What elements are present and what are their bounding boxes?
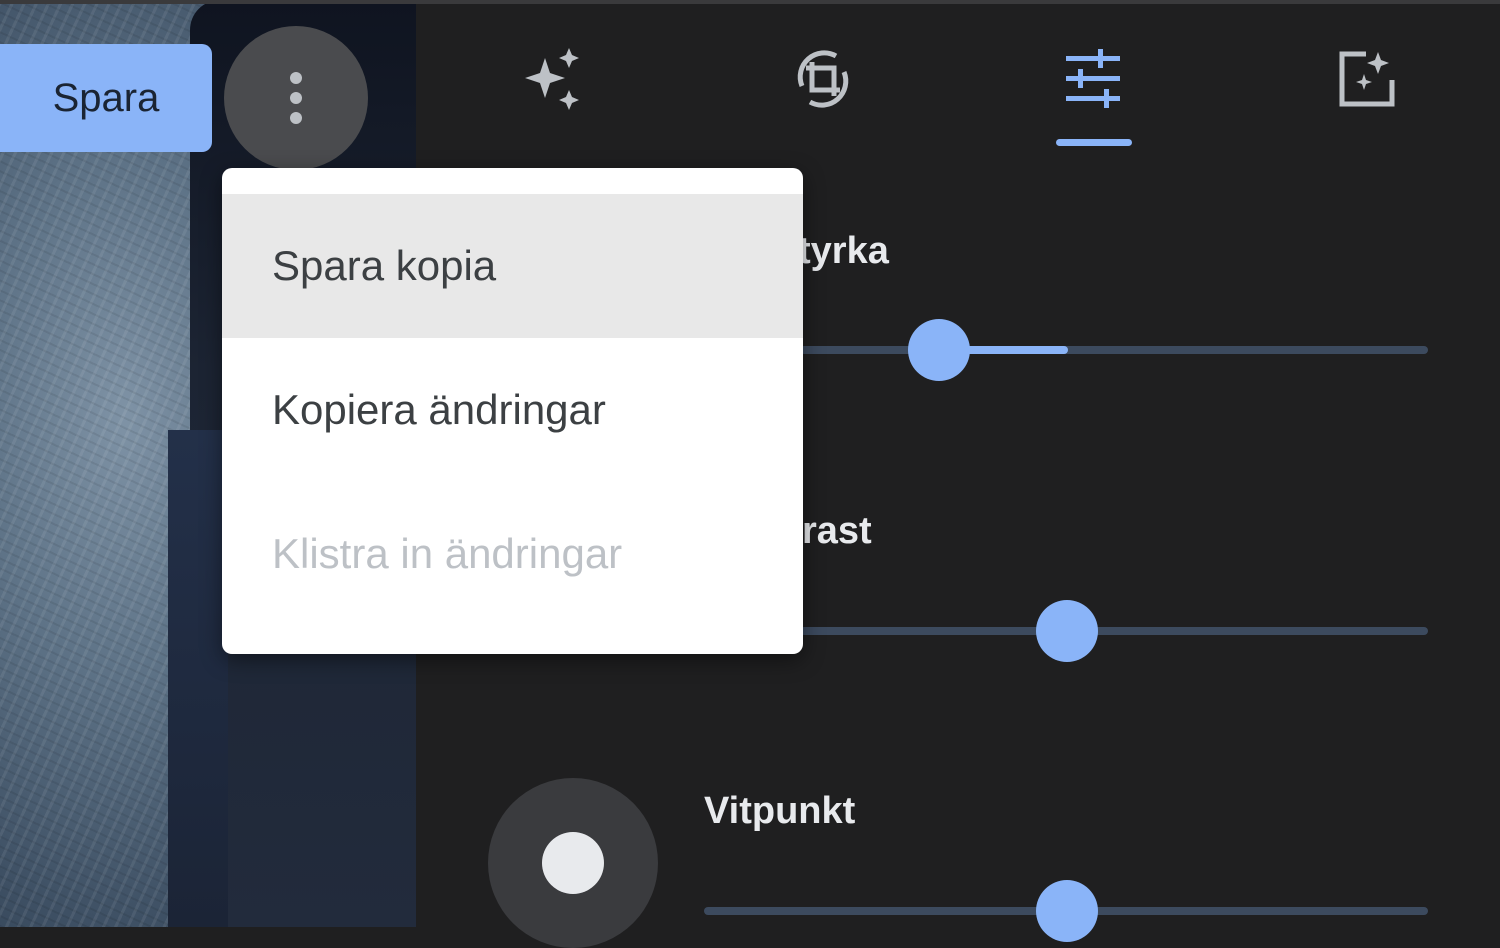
more-options-menu: Spara kopia Kopiera ändringar Klistra in…	[222, 168, 803, 654]
menu-item-label: Klistra in ändringar	[272, 530, 623, 577]
tune-sliders-icon	[1066, 49, 1120, 108]
slider-thumb-1[interactable]	[908, 319, 970, 381]
tab-filters[interactable]	[1320, 34, 1410, 124]
filter-add-icon	[1339, 51, 1395, 107]
slider-thumb-2[interactable]	[1036, 600, 1098, 662]
crop-rotate-icon	[797, 50, 849, 108]
more-options-button[interactable]	[224, 26, 368, 170]
tab-crop-rotate[interactable]	[778, 34, 868, 124]
adjustment-label-3: Vitpunkt	[704, 790, 856, 832]
menu-item-label: Kopiera ändringar	[272, 386, 606, 433]
toggle-dot-icon	[542, 832, 604, 894]
auto-adjust-toggle[interactable]	[488, 778, 658, 948]
save-button[interactable]: Spara	[0, 44, 212, 152]
adjustment-label-1: tyrka	[798, 230, 889, 272]
slider-track-2[interactable]	[800, 627, 1428, 635]
selected-tab-indicator	[1056, 139, 1132, 146]
slider-thumb-3[interactable]	[1036, 880, 1098, 942]
tab-auto-enhance[interactable]	[509, 34, 599, 124]
tab-adjust[interactable]	[1048, 34, 1138, 124]
photo-figure-leg	[168, 430, 228, 927]
adjustment-label-2: rast	[802, 510, 872, 552]
slider-track-1[interactable]	[800, 346, 1428, 354]
menu-item-save-copy[interactable]: Spara kopia	[222, 194, 803, 338]
menu-item-label: Spara kopia	[272, 242, 497, 289]
menu-item-copy-edits[interactable]: Kopiera ändringar	[222, 338, 803, 482]
menu-item-paste-edits: Klistra in ändringar	[222, 482, 803, 626]
more-vert-icon	[290, 72, 302, 124]
save-button-label: Spara	[52, 75, 160, 120]
auto-enhance-sparkle-icon	[525, 48, 579, 110]
